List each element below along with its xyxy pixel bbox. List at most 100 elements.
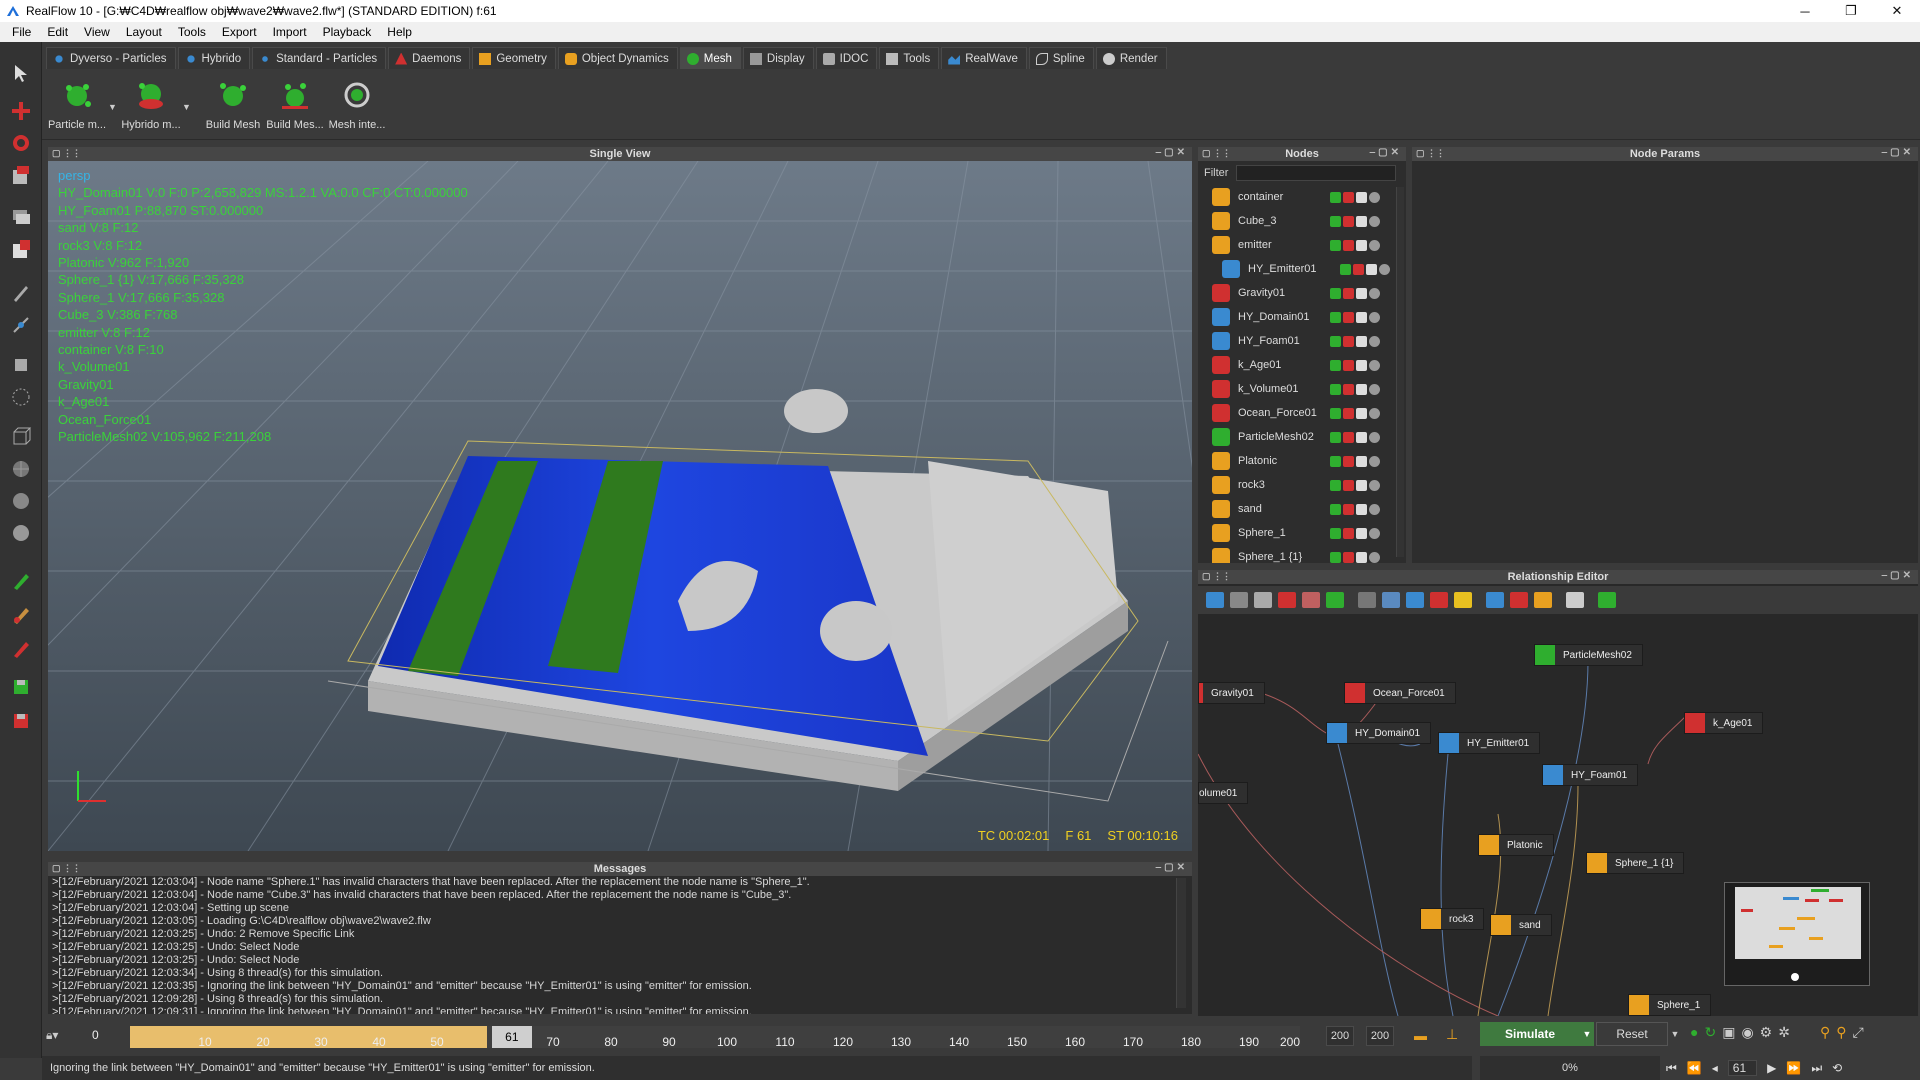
rel-node-particlemesh02[interactable]: ParticleMesh02 (1534, 644, 1643, 666)
tab-realwave[interactable]: RealWave (941, 47, 1027, 69)
lock-icon[interactable]: 🔒︎▾ (46, 1028, 58, 1043)
maximize-button[interactable]: ❐ (1828, 0, 1874, 22)
link-icon[interactable] (1278, 592, 1296, 608)
tab-object-dynamics[interactable]: Object Dynamics (557, 47, 678, 69)
tab-render[interactable]: Render (1095, 47, 1167, 69)
panel-grip-icon[interactable]: ▢ ⋮⋮ (1202, 571, 1231, 582)
reset-dropdown-icon[interactable]: ▼ (1668, 1022, 1682, 1046)
rel-node-k-age01[interactable]: k_Age01 (1684, 712, 1764, 734)
unlink-icon[interactable] (1302, 592, 1320, 608)
display-mode-icon[interactable] (1369, 311, 1380, 323)
tab-tools[interactable]: Tools (879, 47, 940, 69)
display-mode-icon[interactable] (1369, 503, 1380, 515)
visibility-toggle-icon[interactable] (1330, 479, 1341, 491)
rel-node-hy-emitter01[interactable]: HY_Emitter01 (1438, 732, 1541, 754)
panel-window-controls[interactable]: ‒▢✕ (1156, 147, 1188, 158)
node-row[interactable]: HY_Domain01 (1198, 305, 1394, 329)
save-red-icon[interactable] (8, 708, 34, 734)
node-row[interactable]: rock3 (1198, 473, 1394, 497)
lock-toggle-icon[interactable] (1343, 383, 1354, 395)
relationship-editor[interactable]: ▢ ⋮⋮ Relationship Editor ‒▢✕ ParticleMes… (1198, 570, 1918, 1016)
rel-node-volume01[interactable]: olume01 (1198, 782, 1249, 804)
move-tool-icon[interactable] (8, 98, 34, 124)
lock-toggle-icon[interactable] (1353, 263, 1364, 275)
tab-idoc[interactable]: IDOC (815, 47, 878, 69)
playback-frame-field[interactable]: 61 (1727, 1060, 1758, 1076)
group-icon[interactable] (1486, 592, 1504, 608)
panel-window-controls[interactable]: ‒▢✕ (1882, 147, 1914, 158)
shading-toggle-icon[interactable] (1356, 407, 1367, 419)
visibility-toggle-icon[interactable] (1330, 311, 1341, 323)
network-icon[interactable]: ✲ (1778, 1024, 1790, 1041)
shading-toggle-icon[interactable] (1356, 551, 1367, 563)
panel-grip-icon[interactable]: ▢ ⋮⋮ (52, 148, 81, 159)
lock-toggle-icon[interactable] (1343, 527, 1354, 539)
step-back-icon[interactable]: ◂ (1712, 1061, 1718, 1075)
menu-playback[interactable]: Playback (315, 25, 380, 39)
visibility-toggle-icon[interactable] (1330, 407, 1341, 419)
display-mode-icon[interactable] (1369, 287, 1380, 299)
display-mode-icon[interactable] (1369, 359, 1380, 371)
messages-scrollbar[interactable] (1176, 878, 1186, 1008)
panel-grip-icon[interactable]: ▢ ⋮⋮ (1416, 148, 1445, 159)
bucket-icon[interactable]: ▣ (1722, 1024, 1735, 1041)
visibility-toggle-icon[interactable] (1340, 263, 1351, 275)
display-mode-icon[interactable] (1369, 191, 1380, 203)
rel-node-hy-domain01[interactable]: HY_Domain01 (1326, 722, 1432, 744)
sphere-solid-icon[interactable] (8, 520, 34, 546)
cube-tool-icon[interactable] (8, 352, 34, 378)
visibility-toggle-icon[interactable] (1330, 551, 1341, 563)
sphere-shaded-icon[interactable] (8, 488, 34, 514)
layers-icon[interactable] (8, 204, 34, 230)
hybrido-mesh-dropdown-icon[interactable]: ▼ (182, 102, 191, 112)
display-mode-icon[interactable] (1379, 263, 1390, 275)
hybrido-mesh-button[interactable]: Hybrido m... (120, 76, 182, 138)
lock-toggle-icon[interactable] (1343, 551, 1354, 563)
panel-window-controls[interactable]: ‒▢✕ (1156, 862, 1188, 873)
close-button[interactable]: ✕ (1874, 0, 1920, 22)
node-row[interactable]: HY_Emitter01 (1198, 257, 1394, 281)
lock-toggle-icon[interactable] (1343, 455, 1354, 467)
visibility-toggle-icon[interactable] (1330, 239, 1341, 251)
particle-mesh-button[interactable]: Particle m... (46, 76, 108, 138)
lock-toggle-icon[interactable] (1343, 287, 1354, 299)
3d-viewport[interactable]: persp HY_Domain01 V:0 F:0 P:2,658,829 MS… (48, 147, 1192, 851)
zoom-fit-icon[interactable] (1358, 592, 1376, 608)
node-row[interactable]: container (1198, 185, 1394, 209)
display-mode-icon[interactable] (1369, 551, 1380, 563)
brush-tool-icon[interactable] (8, 602, 34, 628)
colorize-icon[interactable] (1534, 592, 1552, 608)
rel-node-sphere-1[interactable]: Sphere_1 (1628, 994, 1712, 1016)
exclusive-icon[interactable] (1326, 592, 1344, 608)
display-mode-icon[interactable] (1369, 431, 1380, 443)
ungroup-icon[interactable] (1510, 592, 1528, 608)
sphere-grid-icon[interactable] (8, 456, 34, 482)
scale-tool-icon[interactable] (8, 162, 34, 188)
node-row[interactable]: k_Volume01 (1198, 377, 1394, 401)
display-mode-icon[interactable] (1369, 239, 1380, 251)
lock-toggle-icon[interactable] (1343, 215, 1354, 227)
layout-icon[interactable] (1406, 592, 1424, 608)
sphere-wire-icon[interactable] (8, 384, 34, 410)
tab-daemons[interactable]: Daemons (388, 47, 471, 69)
node-row[interactable]: Platonic (1198, 449, 1394, 473)
node-row[interactable]: Ocean_Force01 (1198, 401, 1394, 425)
rotate-tool-icon[interactable] (8, 130, 34, 156)
shading-toggle-icon[interactable] (1356, 527, 1367, 539)
simulate-dropdown-icon[interactable]: ▼ (1580, 1022, 1594, 1046)
rel-node-platonic[interactable]: Platonic (1478, 834, 1554, 856)
select-arrow-icon[interactable] (8, 60, 34, 86)
particle-mesh-dropdown-icon[interactable]: ▼ (108, 102, 117, 112)
filter-input[interactable] (1236, 165, 1397, 181)
shading-toggle-icon[interactable] (1356, 479, 1367, 491)
display-mode-icon[interactable] (1369, 479, 1380, 491)
refresh-icon[interactable] (1230, 592, 1248, 608)
lock-toggle-icon[interactable] (1343, 503, 1354, 515)
eye-icon[interactable]: ◉ (1741, 1024, 1753, 1041)
gear-icon[interactable]: ⚙ (1760, 1024, 1773, 1041)
menu-file[interactable]: File (4, 25, 39, 39)
keyframe-icon[interactable]: ⊥ (1446, 1026, 1458, 1043)
fullscreen-icon[interactable]: ⤢ (1852, 1024, 1863, 1041)
menu-edit[interactable]: Edit (39, 25, 76, 39)
nodes-scrollbar[interactable] (1396, 187, 1404, 557)
